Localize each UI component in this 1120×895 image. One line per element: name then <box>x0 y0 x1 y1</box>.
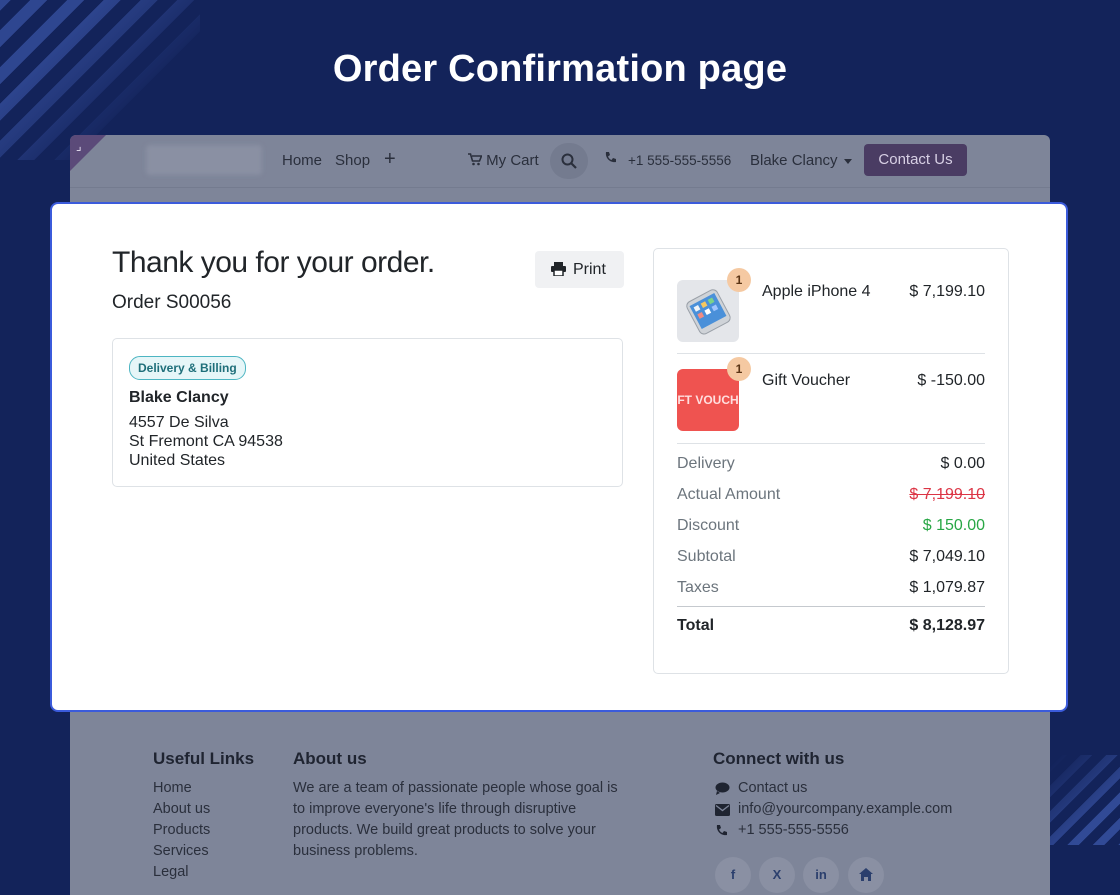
voucher-image: FT VOUCH <box>677 369 739 431</box>
item-price: $ 7,199.10 <box>909 283 985 300</box>
footer-email[interactable]: info@yourcompany.example.com <box>738 801 952 817</box>
subtotal-label: Subtotal <box>677 548 736 565</box>
envelope-icon <box>715 804 730 816</box>
footer: Useful Links Home About us Products Serv… <box>70 715 1050 895</box>
add-menu-icon[interactable]: + <box>384 148 396 171</box>
navbar: Home Shop + My Cart +1 555-555-5556 Blak… <box>70 135 1050 188</box>
total-value: $ 8,128.97 <box>909 617 985 634</box>
page-heading: Order Confirmation page <box>332 48 788 90</box>
chat-icon <box>715 782 730 795</box>
cart-icon <box>468 153 483 166</box>
cart-link[interactable]: My Cart <box>468 152 539 169</box>
footer-link-about[interactable]: About us <box>153 801 210 817</box>
iphone-icon <box>686 289 731 335</box>
home-glyph-icon <box>859 868 873 881</box>
actual-amount-value: $ 7,199.10 <box>909 486 985 503</box>
x-twitter-icon[interactable]: X <box>759 857 795 893</box>
order-number: Order S00056 <box>112 292 232 313</box>
item-qty-badge: 1 <box>727 268 751 292</box>
voucher-image-text: FT VOUCH <box>677 393 739 407</box>
linkedin-icon[interactable]: in <box>803 857 839 893</box>
about-text: We are a team of passionate people whose… <box>293 780 618 859</box>
search-button[interactable] <box>550 143 588 179</box>
facebook-icon[interactable]: f <box>715 857 751 893</box>
cart-label: My Cart <box>486 152 539 169</box>
delivery-value: $ 0.00 <box>940 455 985 472</box>
contact-us-button[interactable]: Contact Us <box>864 144 967 176</box>
print-label: Print <box>573 261 606 278</box>
about-title: About us <box>293 749 367 768</box>
address-line-1: 4557 De Silva <box>129 414 229 431</box>
item-qty-badge: 1 <box>727 357 751 381</box>
logo[interactable] <box>146 145 262 175</box>
taxes-value: $ 1,079.87 <box>909 579 985 596</box>
user-menu[interactable]: Blake Clancy <box>750 152 852 169</box>
nav-phone[interactable]: +1 555-555-5556 <box>628 153 731 168</box>
chevron-down-icon <box>843 158 852 164</box>
home-icon[interactable] <box>848 857 884 893</box>
print-button[interactable]: Print <box>535 251 624 288</box>
discount-value: $ 150.00 <box>922 517 985 534</box>
footer-phone[interactable]: +1 555-555-5556 <box>738 822 849 838</box>
actual-amount-label: Actual Amount <box>677 486 781 503</box>
nav-home[interactable]: Home <box>282 152 322 169</box>
delivery-billing-badge: Delivery & Billing <box>129 356 246 380</box>
order-summary: 1 Apple iPhone 4 $ 7,199.10 FT VOUCH 1 G… <box>653 248 1009 674</box>
connect-title: Connect with us <box>713 749 845 768</box>
subtotal-value: $ 7,049.10 <box>909 548 985 565</box>
items-divider <box>677 443 985 444</box>
item-name[interactable]: Gift Voucher <box>762 372 850 390</box>
address-line-3: United States <box>129 452 226 469</box>
thank-you-heading: Thank you for your order. <box>112 246 435 279</box>
footer-link-services[interactable]: Services <box>153 843 209 859</box>
footer-contact-link[interactable]: Contact us <box>738 780 807 796</box>
phone-image <box>677 280 739 342</box>
discount-label: Discount <box>677 517 740 534</box>
footer-link-products[interactable]: Products <box>153 822 210 838</box>
address-line-2: St Fremont CA 94538 <box>129 433 283 450</box>
address-box: Delivery & Billing Blake Clancy 4557 De … <box>112 338 623 487</box>
search-icon <box>561 153 577 169</box>
order-confirmation-card: Thank you for your order. Order S00056 P… <box>50 202 1068 712</box>
item-name[interactable]: Apple iPhone 4 <box>762 283 871 301</box>
user-name: Blake Clancy <box>750 152 838 169</box>
delivery-label: Delivery <box>677 455 735 472</box>
taxes-label: Taxes <box>677 579 719 596</box>
useful-links-title: Useful Links <box>153 749 255 768</box>
footer-link-legal[interactable]: Legal <box>153 864 188 880</box>
total-label: Total <box>677 617 715 634</box>
item-price: $ -150.00 <box>917 372 985 389</box>
printer-icon <box>551 262 566 276</box>
total-divider <box>677 606 985 607</box>
phone-icon <box>716 825 727 836</box>
nav-shop[interactable]: Shop <box>335 152 370 169</box>
phone-icon <box>605 152 616 163</box>
customer-name: Blake Clancy <box>129 389 229 406</box>
footer-link-home[interactable]: Home <box>153 780 192 796</box>
item-divider <box>677 353 985 354</box>
